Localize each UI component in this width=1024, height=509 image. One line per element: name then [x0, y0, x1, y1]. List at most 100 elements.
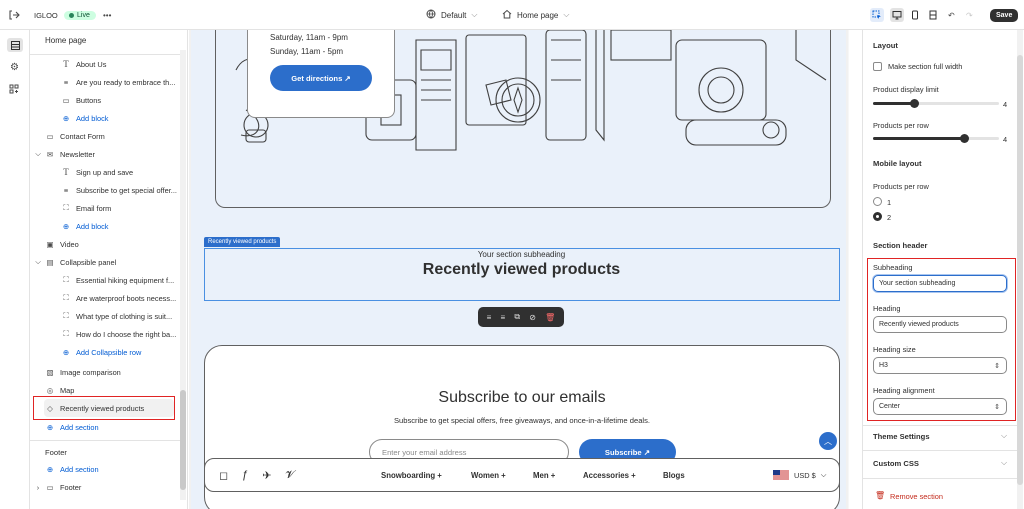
right-scrollbar[interactable] [1017, 30, 1023, 509]
block-text[interactable]: ≡ Are you ready to embrace th... [60, 73, 210, 91]
item-label: Essential hiking equipment f... [76, 275, 175, 285]
subheading-input[interactable]: Your section subheading [873, 275, 1007, 292]
block-collapsible-row[interactable]: ⛶ Are waterproof boots necess... [60, 289, 210, 307]
newsletter-title: Subscribe to our emails [438, 389, 606, 406]
chevron-down-icon[interactable]: ⌵ [1001, 431, 1007, 441]
back-to-top-button[interactable]: ︿ [819, 432, 837, 450]
heading-icon: T [63, 167, 69, 177]
theme-selector[interactable]: Default ⌵ [426, 0, 477, 30]
chevron-down-icon: ⌵ [471, 10, 478, 19]
heading-input[interactable]: Recently viewed products [873, 316, 1007, 333]
plus-circle-icon: ⊕ [46, 464, 54, 474]
recently-viewed-section[interactable]: Your section subheading Recently viewed … [204, 248, 840, 301]
add-section-button[interactable]: ⊕ Add section [44, 418, 194, 436]
nav-accessories[interactable]: Accessories + [583, 471, 636, 480]
hide-icon[interactable]: ⊘ [529, 313, 536, 322]
full-width-checkbox[interactable] [873, 62, 882, 71]
section-contact-form[interactable]: ▭ Contact Form [44, 127, 194, 145]
add-block-button[interactable]: ⊕ Add block [60, 217, 210, 235]
section-video[interactable]: ▣ Video [44, 235, 194, 253]
full-width-view-button[interactable] [926, 0, 940, 30]
nav-men[interactable]: Men + [533, 471, 555, 480]
heading-size-select[interactable]: H3 ⇕ [873, 357, 1007, 374]
instagram-icon[interactable]: ◻ [219, 469, 228, 482]
slider-knob[interactable] [960, 134, 969, 143]
divider [863, 478, 1017, 479]
get-directions-button[interactable]: Get directions ↗ [270, 65, 372, 91]
plus-circle-icon: ⊕ [46, 422, 54, 432]
block-sign-up[interactable]: T Sign up and save [60, 163, 210, 181]
block-collapsible-row[interactable]: ⛶ How do I choose the right ba... [60, 325, 210, 343]
text-icon: ≡ [63, 77, 69, 87]
section-footer[interactable]: › ▭ Footer [34, 478, 184, 496]
radio-1[interactable] [873, 197, 882, 206]
select-value: Center [879, 403, 901, 410]
custom-css-toggle[interactable]: Custom CSS [873, 459, 919, 468]
block-buttons[interactable]: ▭ Buttons [60, 91, 210, 109]
chevron-down-icon[interactable]: ⌵ [1001, 458, 1007, 468]
chevron-down-icon[interactable]: ⌵ [34, 149, 42, 159]
undo-icon[interactable]: ↶ [948, 0, 955, 30]
move-down-icon[interactable]: ≡ [500, 313, 505, 322]
radio-2[interactable] [873, 212, 882, 221]
item-label: Contact Form [60, 131, 105, 141]
left-scrollbar[interactable] [180, 50, 186, 500]
per-row-slider[interactable] [873, 134, 999, 143]
mobile-view-button[interactable] [908, 0, 922, 30]
block-about-us[interactable]: T About Us [60, 55, 210, 73]
theme-select-label: Default [441, 10, 467, 20]
facebook-icon[interactable]: ƒ [242, 469, 248, 482]
duplicate-icon[interactable]: ⧉ [514, 312, 520, 322]
section-collapsible-panel[interactable]: ⌵ ▤ Collapsible panel [34, 253, 184, 271]
preview-frame: Saturday, 11am - 9pm Sunday, 11am - 5pm … [191, 30, 846, 509]
item-label: Video [60, 239, 79, 249]
canvas-scrollbar[interactable] [848, 30, 849, 509]
more-actions-button[interactable]: ••• [103, 0, 111, 30]
section-newsletter[interactable]: ⌵ ✉ Newsletter [34, 145, 184, 163]
chevron-down-icon[interactable]: ⌵ [34, 257, 42, 267]
footer-nav-bar: ◻ ƒ ✈ 𝓥 Snowboarding + Women + Men + Acc… [204, 458, 840, 492]
currency-selector[interactable]: USD $ ⌵ [773, 470, 826, 480]
slider-knob[interactable] [910, 99, 919, 108]
vimeo-icon[interactable]: 𝓥 [285, 469, 294, 482]
section-image-comparison[interactable]: ▧ Image comparison [44, 363, 194, 381]
footer-icon: ▭ [46, 482, 54, 492]
nav-snowboarding[interactable]: Snowboarding + [381, 471, 442, 480]
divider [30, 440, 180, 441]
twitter-icon[interactable]: ✈ [262, 469, 271, 482]
page-selector[interactable]: Home page ⌵ [502, 0, 569, 30]
desktop-view-button[interactable] [890, 0, 904, 30]
exit-icon[interactable] [8, 0, 20, 30]
display-limit-slider[interactable] [873, 99, 999, 108]
chevron-down-icon: ⌵ [820, 470, 827, 479]
item-label: Sign up and save [76, 167, 134, 177]
sections-icon[interactable] [7, 38, 23, 52]
block-collapsible-row[interactable]: ⛶ Essential hiking equipment f... [60, 271, 210, 289]
home-icon [502, 9, 512, 21]
redo-icon[interactable]: ↷ [966, 0, 973, 30]
block-collapsible-row[interactable]: ⛶ What type of clothing is suit... [60, 307, 210, 325]
chevron-right-icon[interactable]: › [34, 483, 42, 492]
envelope-icon: ✉ [46, 149, 54, 159]
alignment-label: Heading alignment [873, 386, 935, 395]
alignment-select[interactable]: Center ⇕ [873, 398, 1007, 415]
theme-settings-toggle[interactable]: Theme Settings [873, 432, 930, 441]
block-subscribe-text[interactable]: ≡ Subscribe to get special offer... [60, 181, 210, 199]
scrollbar-thumb[interactable] [1017, 55, 1023, 485]
nav-women[interactable]: Women + [471, 471, 506, 480]
buttons-icon: ▭ [62, 95, 70, 105]
scrollbar-thumb[interactable] [180, 390, 186, 490]
trash-icon[interactable]: 🗑 [545, 313, 555, 322]
add-footer-section-button[interactable]: ⊕ Add section [44, 460, 194, 478]
save-button[interactable]: Save [990, 0, 1019, 30]
remove-section-button[interactable]: Remove section [890, 492, 943, 501]
add-block-button[interactable]: ⊕ Add block [60, 109, 210, 127]
inspector-button[interactable] [870, 0, 884, 30]
nav-blogs[interactable]: Blogs [663, 471, 685, 480]
move-up-icon[interactable]: ≡ [487, 313, 492, 322]
item-label: Add section [60, 464, 99, 474]
gear-icon[interactable]: ⚙ [10, 62, 19, 73]
add-collapsible-row-button[interactable]: ⊕ Add Collapsible row [60, 343, 210, 361]
apps-icon[interactable] [9, 84, 19, 96]
block-email-form[interactable]: ⛶ Email form [60, 199, 210, 217]
